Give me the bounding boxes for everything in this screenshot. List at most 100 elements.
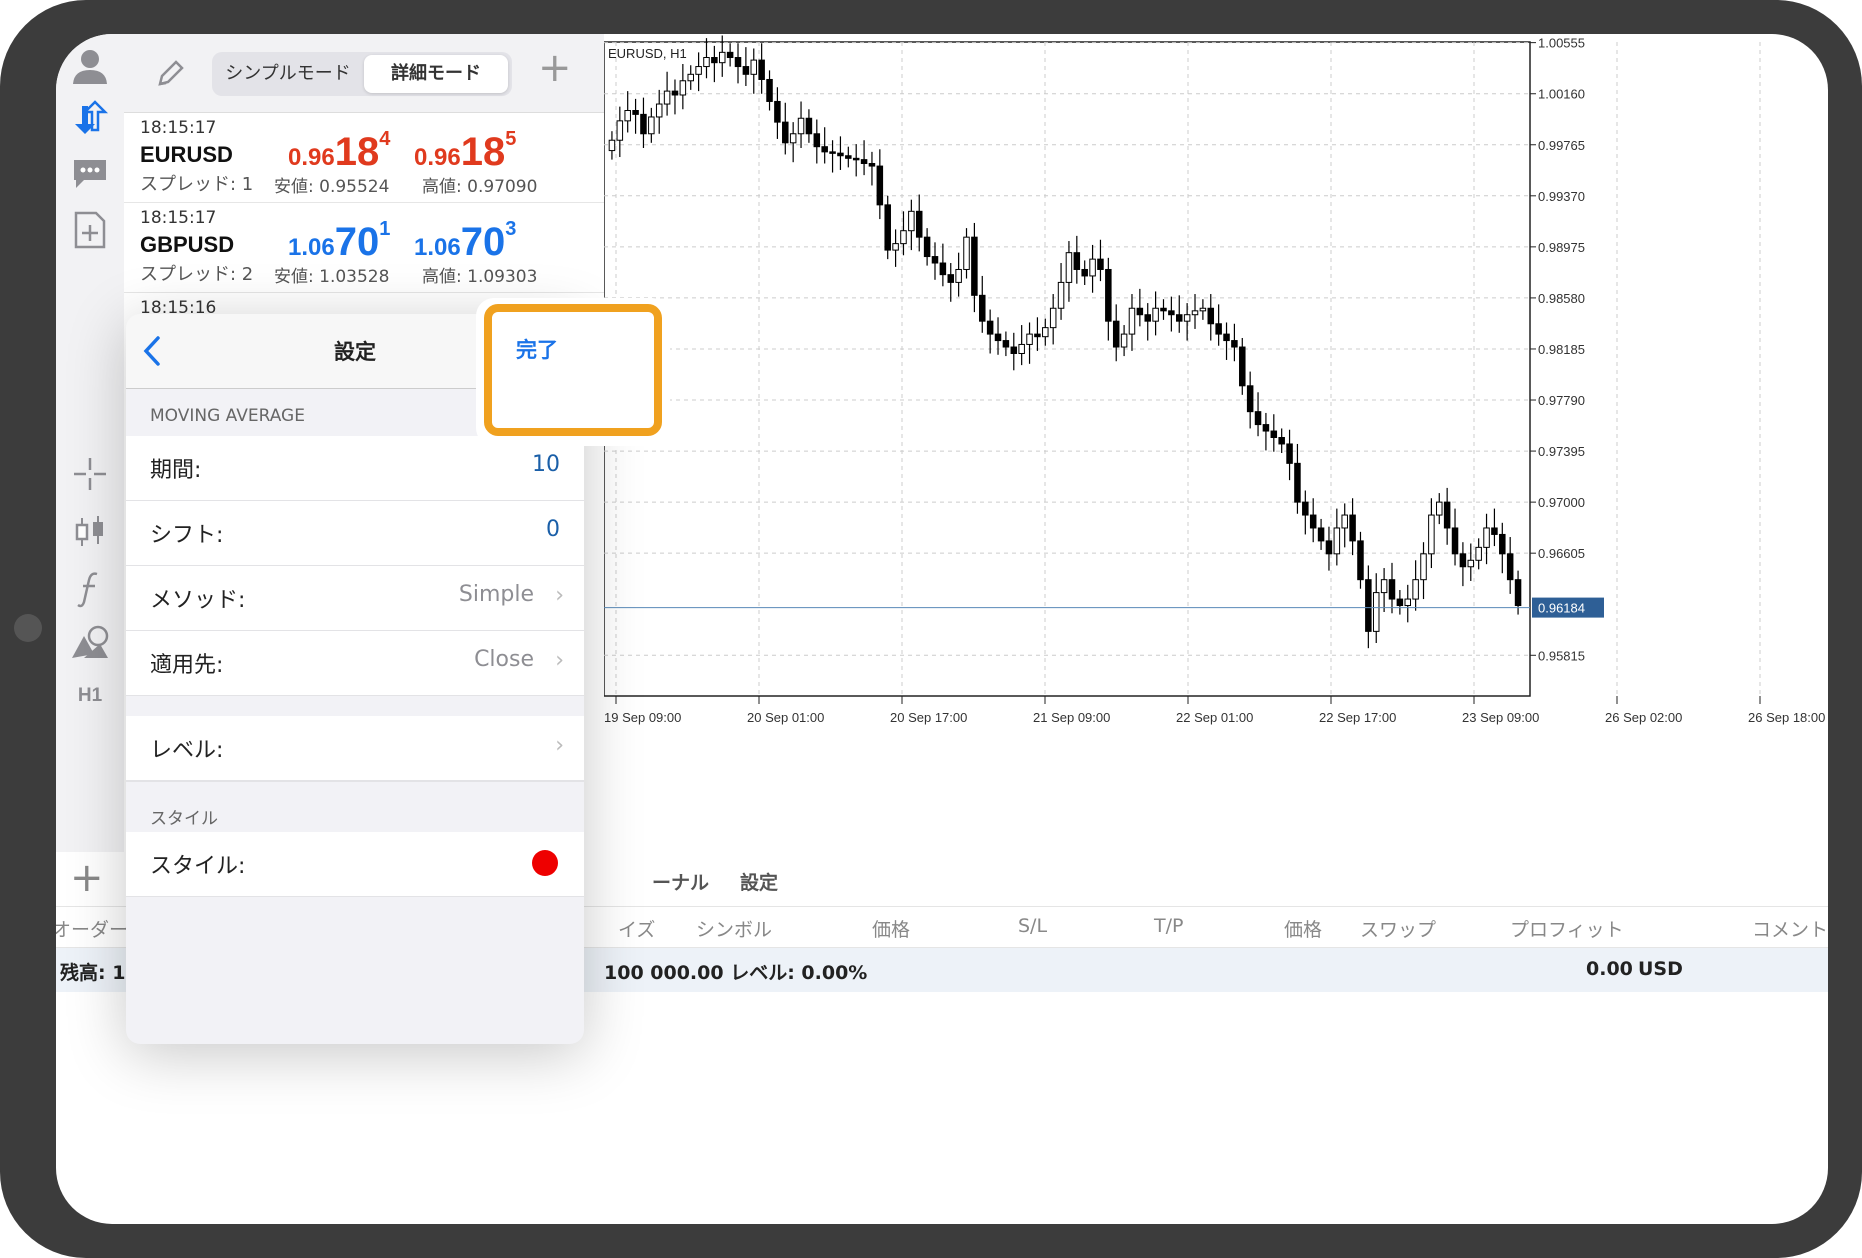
indicator-function-icon[interactable] bbox=[68, 566, 112, 610]
detail-mode-tab[interactable]: 詳細モード bbox=[364, 55, 508, 93]
y-tick-label: 0.98185 bbox=[1538, 342, 1585, 357]
candle-body bbox=[1428, 514, 1435, 555]
tab-settings[interactable]: 設定 bbox=[740, 868, 778, 895]
candle-body bbox=[1120, 333, 1128, 348]
candle-body bbox=[1404, 598, 1412, 607]
candle-body bbox=[1420, 553, 1427, 581]
objects-shapes-icon[interactable] bbox=[68, 620, 112, 664]
col-price: 価格 bbox=[872, 919, 911, 941]
ask-price[interactable]: 0.96185 bbox=[414, 128, 516, 175]
candle-body bbox=[821, 146, 828, 153]
trade-arrows-icon[interactable] bbox=[68, 96, 112, 140]
chat-icon[interactable] bbox=[68, 152, 112, 196]
candle-body bbox=[703, 57, 710, 68]
candle-body bbox=[648, 116, 655, 135]
profit-value: 0.00 bbox=[1586, 958, 1633, 980]
candle-body bbox=[1152, 307, 1159, 322]
chevron-right-icon: › bbox=[555, 733, 564, 758]
apply-to-row[interactable]: 適用先: Close › bbox=[126, 631, 584, 696]
candle-body bbox=[884, 204, 891, 251]
y-tick-label: 0.96605 bbox=[1538, 546, 1585, 561]
shift-value[interactable]: 0 bbox=[546, 517, 560, 542]
x-tick-label: 26 Sep 02:00 bbox=[1605, 710, 1682, 725]
candle-body bbox=[774, 100, 781, 123]
candle-body bbox=[939, 262, 947, 276]
candle-body bbox=[1506, 553, 1514, 581]
candle-body bbox=[1396, 598, 1404, 607]
add-plus-icon[interactable]: + bbox=[70, 858, 104, 898]
quote-symbol: GBPUSD bbox=[140, 232, 235, 257]
done-button[interactable]: 完了 bbox=[516, 334, 558, 364]
method-label: メソッド: bbox=[150, 588, 246, 613]
candle-body bbox=[655, 103, 663, 118]
candle-body bbox=[1372, 592, 1380, 632]
candle-body bbox=[1231, 340, 1238, 348]
candle-body bbox=[900, 230, 907, 245]
candle-body bbox=[845, 155, 852, 159]
x-tick-label: 22 Sep 01:00 bbox=[1176, 710, 1253, 725]
method-row[interactable]: メソッド: Simple › bbox=[126, 566, 584, 631]
home-dot bbox=[14, 614, 42, 642]
simple-mode-tab[interactable]: シンプルモード bbox=[216, 55, 360, 93]
level-row[interactable]: レベル: › bbox=[126, 716, 584, 781]
terminal-tabs: ーナル 設定 bbox=[604, 856, 1828, 906]
candle-body bbox=[1175, 314, 1183, 322]
quote-row-eurusd[interactable]: 18:15:17 EURUSD スプレッド: 1 0.96184 0.96185… bbox=[124, 112, 604, 203]
candle-body bbox=[837, 152, 844, 157]
price-chart[interactable]: 1.00555 1.00160 0.99765 0.99370 0.98975 0.985… bbox=[604, 34, 1828, 834]
style-color-swatch[interactable] bbox=[532, 850, 558, 876]
candle-body bbox=[1191, 310, 1199, 316]
candle-body bbox=[805, 117, 813, 135]
y-tick-label: 0.99370 bbox=[1538, 189, 1585, 204]
candle-body bbox=[616, 120, 624, 141]
shift-label: シフト: bbox=[150, 523, 224, 548]
add-symbol-icon[interactable]: + bbox=[538, 48, 572, 88]
candle-body bbox=[1286, 443, 1293, 464]
ask-price[interactable]: 1.06703 bbox=[414, 218, 516, 265]
candle-body bbox=[766, 78, 773, 102]
crosshair-icon[interactable] bbox=[68, 452, 112, 496]
candle-body bbox=[1112, 320, 1120, 348]
candle-body bbox=[1475, 546, 1482, 561]
candle-body bbox=[1309, 514, 1317, 529]
chart-title: EURUSD, H1 bbox=[608, 46, 687, 61]
candle-body bbox=[892, 243, 899, 251]
x-tick-label: 19 Sep 09:00 bbox=[604, 710, 681, 725]
shift-row[interactable]: シフト: 0 bbox=[126, 501, 584, 566]
candle-body bbox=[695, 66, 702, 75]
candle-body bbox=[663, 90, 671, 105]
candle-body bbox=[947, 274, 955, 283]
candle-body bbox=[1239, 346, 1246, 387]
period-value[interactable]: 10 bbox=[532, 452, 560, 477]
candle-body bbox=[1081, 268, 1088, 277]
candle-body bbox=[1128, 307, 1136, 335]
tab-journal[interactable]: ーナル bbox=[652, 868, 709, 895]
candle-body bbox=[1065, 252, 1073, 283]
candles-icon[interactable] bbox=[68, 510, 112, 554]
level-label: レベル: bbox=[150, 738, 224, 763]
candle-body bbox=[1349, 514, 1356, 542]
style-row[interactable]: スタイル: bbox=[126, 832, 584, 897]
method-value: Simple bbox=[458, 582, 534, 607]
candle-body bbox=[931, 256, 939, 264]
candle-body bbox=[1254, 411, 1262, 426]
quote-spread: スプレッド: 1 bbox=[140, 174, 254, 195]
col-profit: プロフィット bbox=[1510, 919, 1624, 941]
timeframe-button[interactable]: H1 bbox=[68, 674, 112, 718]
bid-price[interactable]: 0.96184 bbox=[288, 128, 390, 175]
y-tick-label: 0.97000 bbox=[1538, 495, 1585, 510]
pencil-icon[interactable] bbox=[154, 56, 188, 94]
bid-price[interactable]: 1.06701 bbox=[288, 218, 390, 265]
x-tick-label: 21 Sep 09:00 bbox=[1033, 710, 1110, 725]
candle-body bbox=[632, 110, 639, 115]
done-highlight-box bbox=[484, 304, 662, 436]
quote-row-gbpusd[interactable]: 18:15:17 GBPUSD スプレッド: 2 1.06701 1.06703… bbox=[124, 202, 604, 293]
candle-body bbox=[1443, 501, 1451, 529]
candle-body bbox=[1278, 437, 1285, 445]
new-document-icon[interactable] bbox=[68, 208, 112, 252]
y-tick-label: 1.00555 bbox=[1538, 36, 1585, 51]
low-price: 安値: 1.03528 bbox=[274, 267, 390, 287]
chevron-right-icon: › bbox=[555, 583, 564, 608]
mode-segmented-control: シンプルモード 詳細モード bbox=[212, 52, 512, 96]
user-icon[interactable] bbox=[68, 44, 112, 88]
